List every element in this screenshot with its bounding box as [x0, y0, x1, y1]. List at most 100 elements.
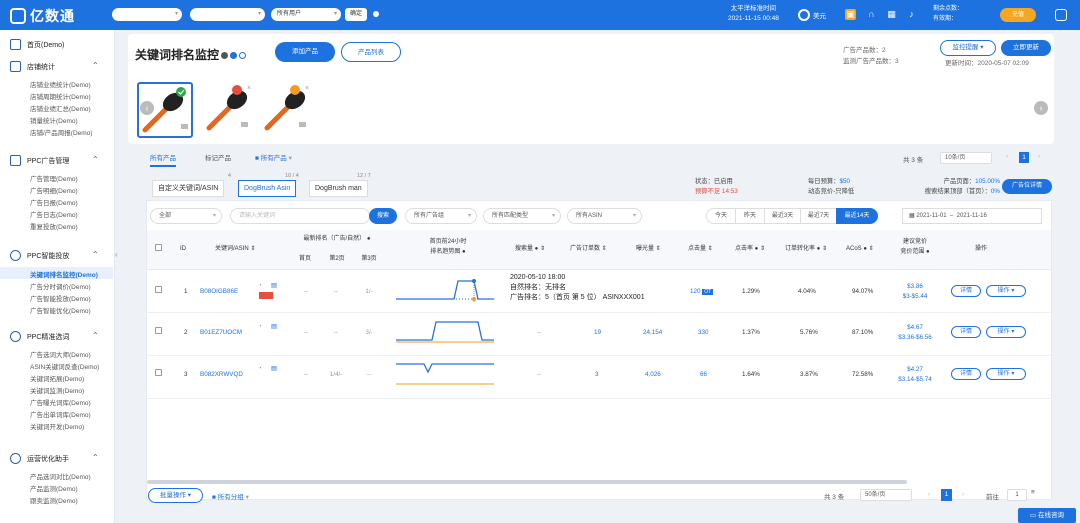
row-asin[interactable]: B08OIGB86E — [200, 287, 238, 297]
tab-marked-products[interactable]: 标记产品 — [205, 152, 231, 162]
online-help-button[interactable]: ▭ 在线咨询 — [1018, 508, 1076, 523]
row-checkbox[interactable] — [155, 327, 162, 334]
col-acos[interactable]: ACoS ● ⇕ — [846, 244, 874, 254]
keyword-tab-asin[interactable]: DogBrush Asin — [238, 180, 297, 197]
sidebar-item[interactable]: 广告分时调价(Demo) — [30, 281, 91, 291]
detail-button[interactable]: 详情 — [951, 368, 981, 380]
sidebar-item[interactable]: 广告管理(Demo) — [30, 173, 78, 183]
headset-icon[interactable]: ∩ — [866, 9, 877, 20]
footer-page-number[interactable]: 1 — [941, 489, 952, 501]
doc-icon[interactable]: ▤ — [271, 364, 277, 374]
sidebar-item[interactable]: ASIN关键词反查(Demo) — [30, 361, 99, 371]
sidebar-item[interactable]: 重复投放(Demo) — [30, 221, 78, 231]
add-icon[interactable] — [239, 52, 247, 59]
col-exposure[interactable]: 曝光量 ⇕ — [636, 244, 661, 254]
list-icon[interactable]: ≡ — [1031, 489, 1035, 496]
sidebar-item[interactable]: 广告出单词库(Demo) — [30, 409, 91, 419]
sidebar-item[interactable]: 关键词拓展(Demo) — [30, 373, 84, 383]
sidebar-item[interactable]: 店铺业绩汇总(Demo) — [30, 103, 91, 113]
sidebar-item[interactable]: 跟卖监测(Demo) — [30, 495, 78, 505]
col-ctr[interactable]: 点击率 ● ⇕ — [735, 244, 765, 254]
gift-icon[interactable]: ▣ — [845, 9, 856, 20]
match-type-select[interactable]: 所有匹配类型 ▾ — [483, 208, 561, 224]
sidebar-item[interactable]: 关键词监测(Demo) — [30, 385, 84, 395]
select-all-checkbox[interactable] — [155, 244, 162, 251]
sidebar-item[interactable]: 店铺/产品周报(Demo) — [30, 127, 92, 137]
row-checkbox[interactable] — [155, 286, 162, 293]
detail-button[interactable]: 详情 — [951, 285, 981, 297]
footer-prev-button[interactable]: ‹ — [928, 491, 930, 498]
product-thumb[interactable]: × — [203, 82, 259, 138]
sidebar-item[interactable]: 广告明细(Demo) — [30, 185, 78, 195]
operation-button[interactable]: 操作 ▾ — [986, 326, 1026, 338]
add-product-button[interactable]: 添加产品 — [275, 42, 335, 62]
campaign-select[interactable]: 所有广告组 ▾ — [405, 208, 477, 224]
keyword-search-input[interactable]: 请输入关键词 — [230, 208, 370, 224]
sidebar-group-ops[interactable]: 运营优化助手 ⌃ — [0, 452, 113, 466]
store-select[interactable]: ▾ — [112, 8, 182, 21]
tab-all-products[interactable]: 所有产品 — [150, 152, 176, 167]
sidebar-collapse-handle[interactable]: ‹ — [115, 240, 123, 270]
range-today[interactable]: 今天 — [706, 208, 736, 224]
product-thumb[interactable] — [137, 82, 193, 138]
scope-select[interactable]: 全部 ▾ — [150, 208, 222, 224]
sidebar-group-ppc-smart[interactable]: PPC智能投放 ⌃ — [0, 249, 113, 263]
history-icon[interactable]: ◔ — [258, 364, 262, 374]
keyword-tab-custom[interactable]: 自定义关键词/ASIN — [152, 180, 225, 197]
user-select[interactable]: 所有用户 ▾ — [271, 8, 341, 21]
sidebar-item[interactable]: 销量统计(Demo) — [30, 115, 78, 125]
sidebar-group-store[interactable]: 店铺统计 ⌃ — [0, 60, 113, 74]
sidebar-item[interactable]: 关键词开发(Demo) — [30, 421, 84, 431]
col-ad-orders[interactable]: 广告订单数 ⇕ — [570, 244, 607, 254]
col-keyword[interactable]: 关键词/ASIN ⇕ — [215, 244, 255, 254]
detail-button[interactable]: 详情 — [951, 326, 981, 338]
footer-next-button[interactable]: › — [962, 491, 964, 498]
sidebar-group-home[interactable]: 首页(Demo) — [0, 38, 113, 52]
bulk-actions-button[interactable]: 批量操作 ▾ — [148, 488, 203, 503]
sidebar-item[interactable]: 广告选词大师(Demo) — [30, 349, 91, 359]
range-3days[interactable]: 最近3天 — [764, 208, 801, 224]
search-button[interactable]: 搜索 — [369, 208, 397, 224]
sidebar-item[interactable]: 广告日志(Demo) — [30, 209, 78, 219]
sidebar-item[interactable]: 产品监测(Demo) — [30, 483, 78, 493]
operation-button[interactable]: 操作 ▾ — [986, 285, 1026, 297]
asin-select[interactable]: 所有ASIN ▾ — [567, 208, 642, 224]
bell-icon[interactable]: ♪ — [906, 9, 917, 20]
alert-settings-button[interactable]: 监控提醒 ▾ — [940, 40, 996, 56]
product-thumb[interactable]: × — [261, 82, 317, 138]
horizontal-scrollbar[interactable] — [147, 480, 907, 484]
group-select[interactable]: ■ 所有分组 ▾ — [212, 491, 249, 501]
sidebar-item[interactable]: 广告智能投放(Demo) — [30, 293, 91, 303]
folder-select[interactable]: ■ 所有产品 ▾ — [255, 152, 292, 162]
row-checkbox[interactable] — [155, 369, 162, 376]
settings-icon[interactable] — [230, 52, 238, 59]
sidebar-item[interactable]: 店铺业绩统计(Demo) — [30, 79, 91, 89]
date-range-picker[interactable]: ▦ 2021-11-01 – 2021-11-16 — [902, 208, 1042, 224]
operation-button[interactable]: 操作 ▾ — [986, 368, 1026, 380]
sidebar-item[interactable]: 店铺周期统计(Demo) — [30, 91, 91, 101]
sidebar-item[interactable]: 广告曝光词库(Demo) — [30, 397, 91, 407]
product-list-button[interactable]: 产品列表 — [341, 42, 401, 62]
settings-icon[interactable] — [1055, 9, 1067, 21]
col-search-volume[interactable]: 搜索量 ● ⇕ — [515, 244, 545, 254]
currency-icon[interactable] — [798, 9, 810, 21]
row-asin[interactable]: B082XRWVQD — [200, 370, 243, 380]
history-icon[interactable]: ◔ — [258, 322, 262, 332]
sidebar-item[interactable]: 广告智能优化(Demo) — [30, 305, 91, 315]
recharge-button[interactable]: 充值 — [1000, 8, 1036, 22]
history-icon[interactable]: ◔ — [258, 281, 262, 291]
doc-icon[interactable]: ▤ — [271, 322, 277, 332]
range-7days[interactable]: 最近7天 — [800, 208, 837, 224]
prev-page-button[interactable]: ‹ — [1006, 153, 1008, 160]
next-page-button[interactable]: › — [1038, 153, 1040, 160]
apply-button[interactable]: 确定 — [345, 8, 368, 21]
refresh-now-button[interactable]: 立即更新 — [1001, 40, 1051, 56]
page-size-select[interactable]: 10条/页 — [940, 152, 992, 164]
placement-details-button[interactable]: 广告位详情 — [1002, 179, 1052, 194]
sidebar-item[interactable]: 广告日报(Demo) — [30, 197, 78, 207]
range-14days[interactable]: 最近14天 — [836, 208, 878, 224]
goto-input[interactable]: 1 — [1007, 489, 1027, 501]
col-clicks[interactable]: 点击量 ⇕ — [688, 244, 713, 254]
sidebar-item-keyword-rank[interactable]: 关键词排名监控(Demo) — [30, 269, 98, 279]
sidebar-group-ppc-words[interactable]: PPC精准选词 ⌃ — [0, 330, 113, 344]
